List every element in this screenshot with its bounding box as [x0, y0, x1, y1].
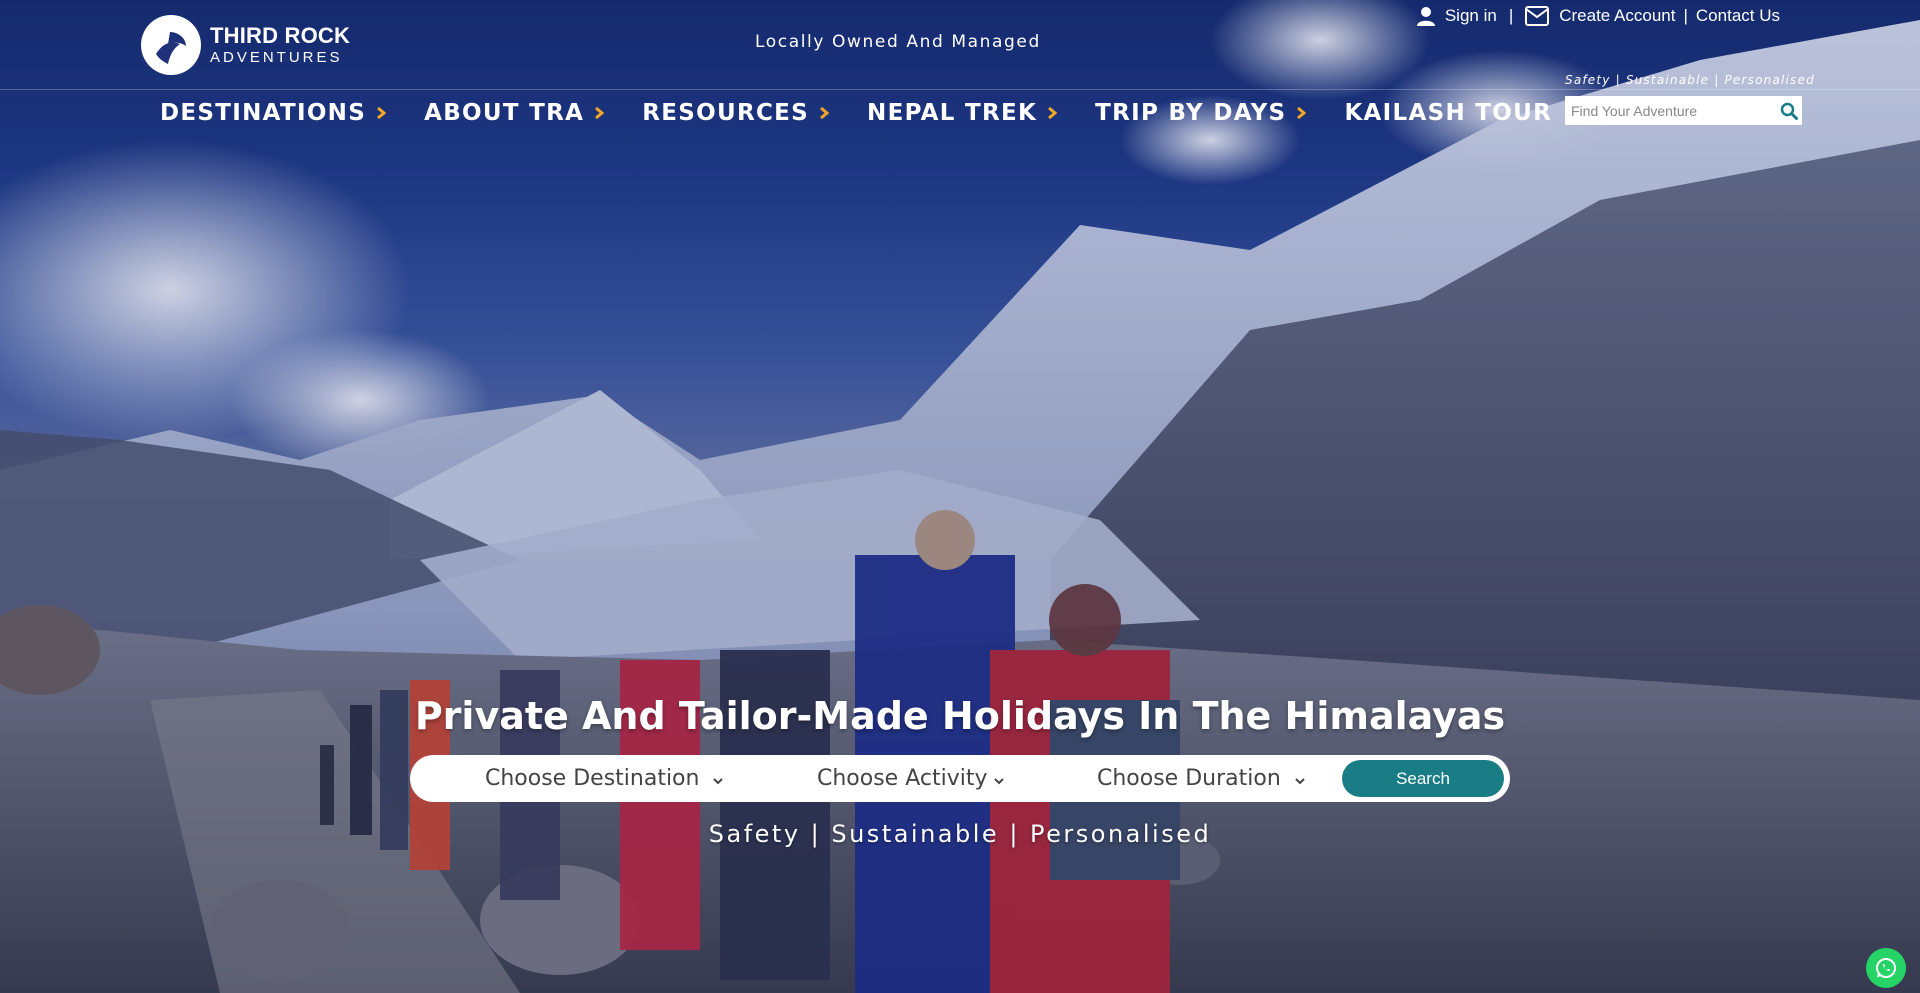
main-navigation: DESTINATIONS ABOUT TRA RESOURCES NEPAL T…	[160, 100, 1590, 126]
nav-item-label: DESTINATIONS	[160, 100, 367, 126]
hero-tagline: Safety | Sustainable | Personalised	[708, 820, 1212, 848]
duration-select-label: Choose Duration	[1097, 766, 1281, 791]
header-tagline: Locally Owned And Managed	[755, 32, 1041, 52]
chevron-down-icon	[713, 766, 724, 791]
chevron-down-icon	[1295, 766, 1305, 791]
create-account-label: Create Account	[1559, 6, 1676, 25]
activity-select[interactable]: Choose Activity	[817, 755, 1004, 802]
link-separator: |	[1508, 6, 1514, 25]
sign-in-link[interactable]: Sign in	[1416, 6, 1497, 26]
create-account-link[interactable]: Create Account	[1525, 6, 1675, 26]
logo-mark-icon	[141, 15, 201, 75]
link-separator: |	[1683, 6, 1688, 25]
chevron-right-icon	[1296, 106, 1307, 120]
brand-logo[interactable]: THIRD ROCK ADVENTURES	[140, 14, 350, 76]
destination-select[interactable]: Choose Destination	[485, 755, 724, 802]
chevron-right-icon	[1047, 106, 1058, 120]
envelope-icon	[1525, 6, 1550, 26]
nav-item-kailash-tour[interactable]: KAILASH TOUR	[1344, 100, 1552, 126]
nav-item-label: NEPAL TREK	[867, 100, 1038, 126]
duration-select[interactable]: Choose Duration	[1097, 755, 1305, 802]
search-icon[interactable]	[1776, 96, 1802, 125]
activity-select-label: Choose Activity	[817, 766, 988, 791]
brand-subtitle: ADVENTURES	[210, 49, 343, 66]
chevron-right-icon	[376, 106, 387, 120]
brand-name: THIRD ROCK	[210, 23, 351, 48]
nav-item-label: RESOURCES	[642, 100, 810, 126]
whatsapp-button[interactable]	[1866, 948, 1906, 988]
header-divider	[0, 89, 1920, 90]
nav-item-trip-by-days[interactable]: TRIP BY DAYS	[1095, 100, 1307, 126]
search-tagline: Safety | Sustainable | Personalised	[1565, 73, 1815, 87]
nav-item-destinations[interactable]: DESTINATIONS	[160, 100, 387, 126]
whatsapp-icon	[1876, 958, 1896, 978]
sign-in-label: Sign in	[1444, 6, 1497, 25]
account-links: Sign in | Create Account | Contact Us	[1416, 6, 1780, 26]
nav-item-label: KAILASH TOUR	[1344, 100, 1553, 126]
nav-item-resources[interactable]: RESOURCES	[642, 100, 830, 126]
search-button[interactable]: Search	[1342, 760, 1504, 797]
site-search	[1565, 96, 1802, 125]
logo-text: THIRD ROCK ADVENTURES	[210, 23, 351, 66]
site-search-input[interactable]	[1565, 96, 1776, 125]
nav-item-label: TRIP BY DAYS	[1095, 100, 1287, 126]
chevron-right-icon	[594, 106, 605, 120]
hero-headline: Private And Tailor-Made Holidays In The …	[414, 694, 1506, 738]
contact-us-link[interactable]: Contact Us	[1696, 6, 1780, 26]
nav-item-label: ABOUT TRA	[424, 100, 585, 126]
nav-item-about-tra[interactable]: ABOUT TRA	[424, 100, 605, 126]
nav-item-nepal-trek[interactable]: NEPAL TREK	[867, 100, 1058, 126]
trip-search-bar: Choose Destination Choose Activity Choos…	[410, 755, 1510, 802]
user-icon	[1416, 6, 1435, 26]
chevron-right-icon	[819, 106, 830, 120]
chevron-down-icon	[993, 766, 1004, 791]
destination-select-label: Choose Destination	[485, 766, 700, 791]
